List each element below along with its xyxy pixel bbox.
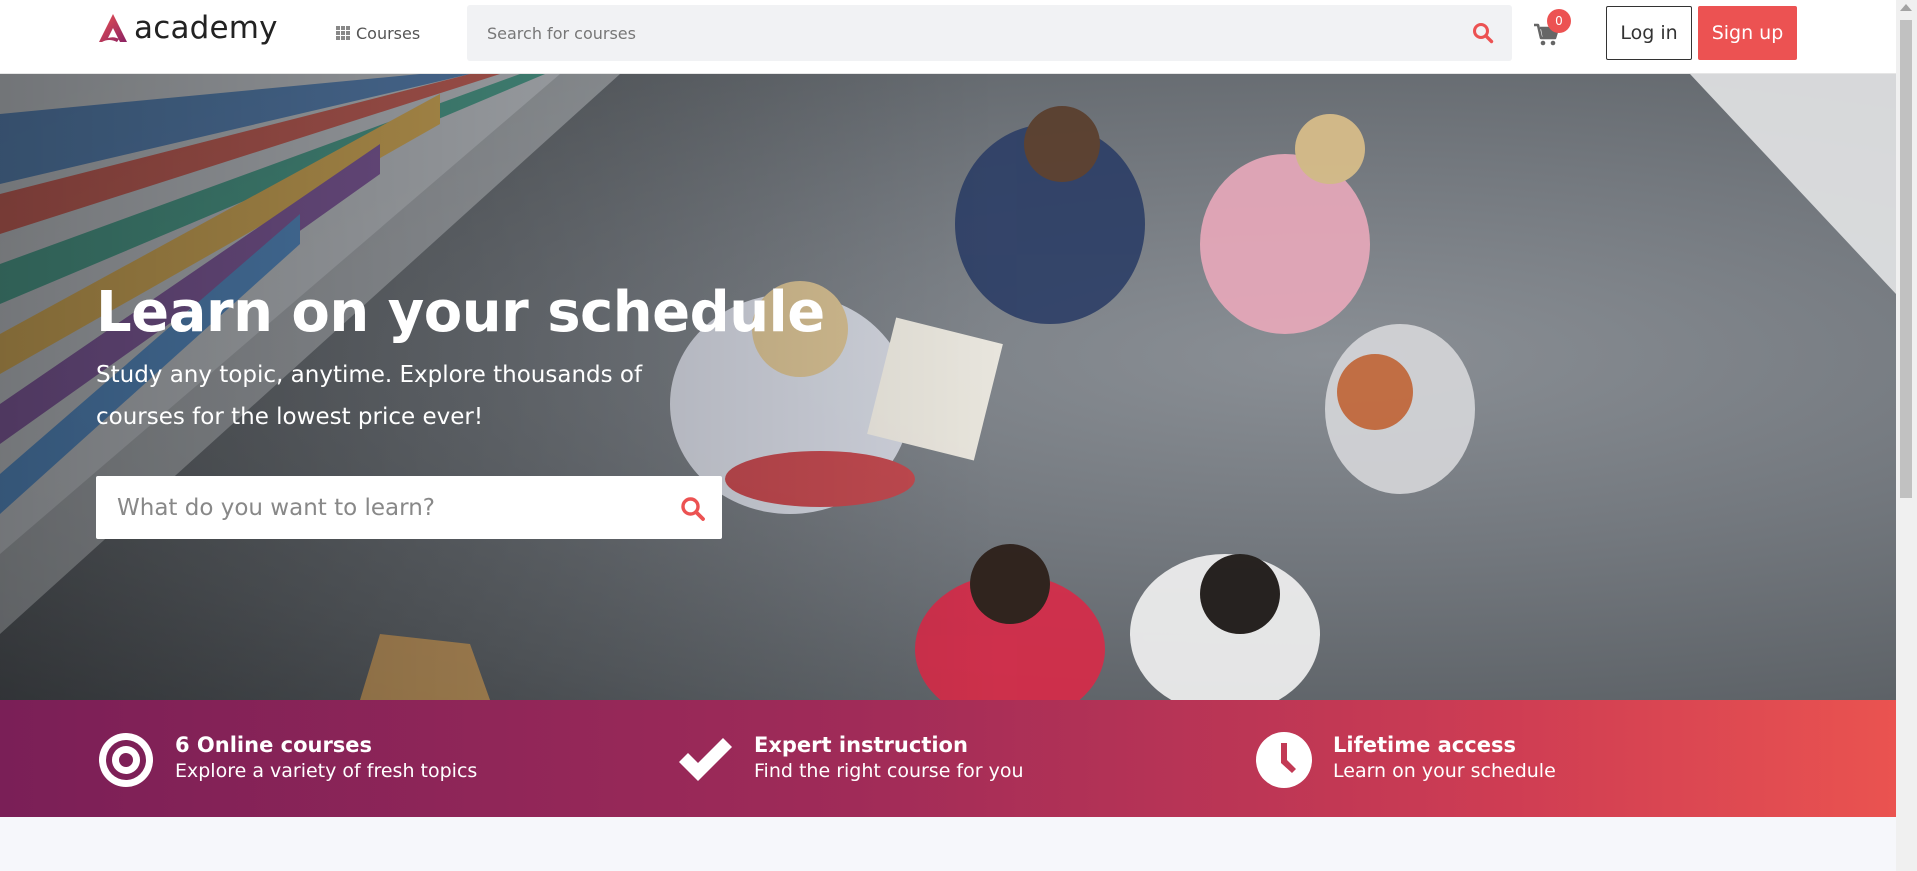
hero-subtitle: Study any topic, anytime. Explore thousa…: [96, 362, 643, 430]
feature-description: Find the right course for you: [754, 760, 1024, 782]
features-band: 6 Online courses Explore a variety of fr…: [0, 700, 1896, 817]
feature-title: Expert instruction: [754, 733, 968, 757]
clock-icon: [1256, 732, 1312, 788]
feature-title: Lifetime access: [1333, 733, 1516, 757]
feature-description: Learn on your schedule: [1333, 760, 1556, 782]
page-scrollbar[interactable]: [1896, 0, 1917, 871]
courses-menu-button[interactable]: Courses: [336, 22, 420, 44]
scrollbar-thumb[interactable]: [1900, 20, 1912, 498]
hero-section: Learn on your schedule Study any topic, …: [0, 74, 1896, 700]
header-search-input[interactable]: [467, 5, 1447, 61]
hero-search-input[interactable]: [96, 476, 656, 539]
header-search-bar: [467, 5, 1512, 61]
cart-count-badge: 0: [1547, 9, 1571, 33]
check-icon: [679, 738, 732, 781]
logo[interactable]: academy: [96, 10, 278, 46]
scroll-up-arrow-icon[interactable]: [1900, 4, 1912, 11]
target-icon: [99, 733, 153, 787]
site-header: academy Courses 0 Log in Sign up: [0, 0, 1896, 74]
courses-menu-label: Courses: [356, 23, 421, 43]
logo-icon: [99, 14, 127, 42]
logo-text: academy: [134, 10, 278, 46]
feature-title: 6 Online courses: [175, 733, 373, 757]
grid-icon: [336, 26, 350, 40]
feature-description: Explore a variety of fresh topics: [175, 760, 478, 782]
search-icon[interactable]: [1472, 22, 1494, 44]
hero-title: Learn on your schedule: [96, 280, 825, 345]
search-icon[interactable]: [680, 496, 706, 522]
hero-search-bar: [96, 476, 722, 539]
signup-button[interactable]: Sign up: [1698, 6, 1797, 60]
login-button[interactable]: Log in: [1606, 6, 1692, 60]
